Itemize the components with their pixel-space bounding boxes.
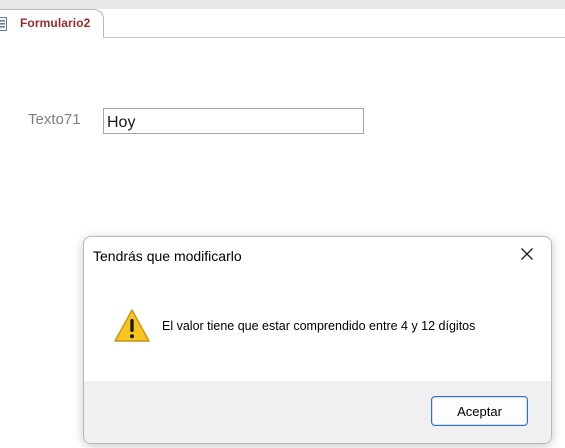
tab-formulario2[interactable]: Formulario2 [0, 9, 104, 38]
message-dialog: Tendrás que modificarlo El valor tiene q… [83, 236, 552, 444]
document-tab-bar: Formulario2 [0, 9, 565, 38]
dialog-body: El valor tiene que estar comprendido ent… [84, 281, 551, 381]
close-icon [520, 247, 534, 266]
texto71-input[interactable] [103, 108, 364, 134]
dialog-message: El valor tiene que estar comprendido ent… [162, 319, 476, 333]
close-button[interactable] [509, 241, 545, 271]
warning-icon [113, 308, 151, 344]
form-icon [0, 17, 7, 31]
access-window: Formulario2 Texto71 Tendrás que modifica… [0, 0, 565, 448]
ok-button[interactable]: Aceptar [431, 396, 528, 426]
field-label: Texto71 [28, 111, 81, 128]
tab-label: Formulario2 [20, 16, 91, 30]
dialog-footer: Aceptar [84, 381, 551, 443]
dialog-title: Tendrás que modificarlo [93, 248, 242, 264]
ribbon-edge [0, 0, 565, 9]
